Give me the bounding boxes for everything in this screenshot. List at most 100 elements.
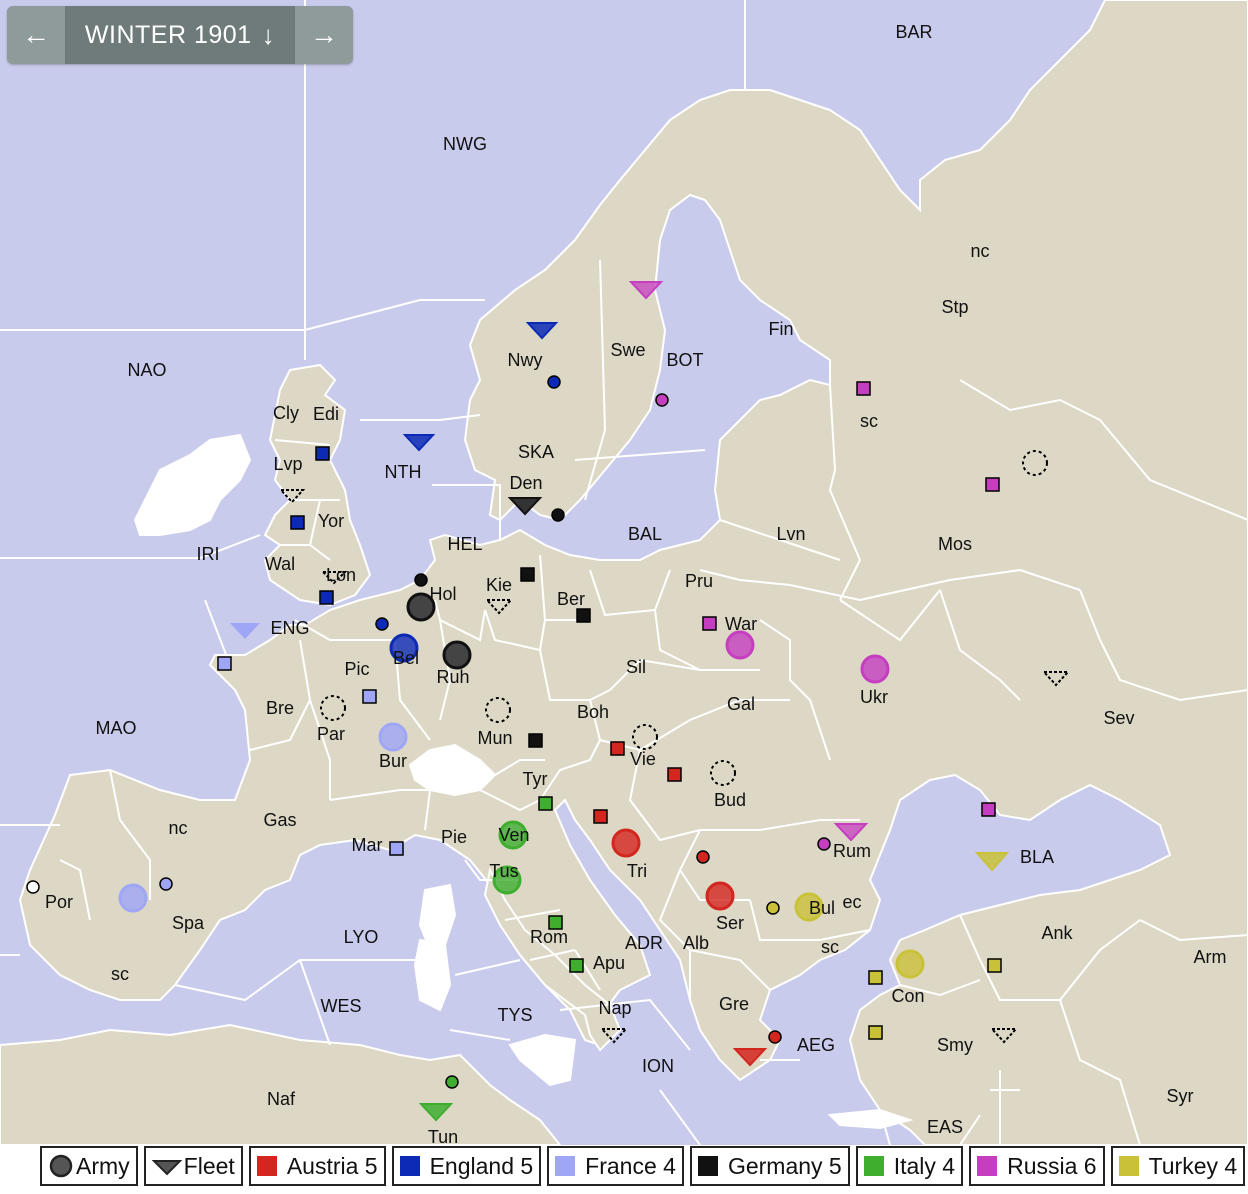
province-label: Tun [428, 1127, 458, 1145]
province-label: Lvn [776, 524, 805, 544]
province-label: BOT [666, 350, 703, 370]
province-label: WES [320, 996, 361, 1016]
legend-item-france: France 4 [547, 1146, 684, 1186]
province-label: AEG [797, 1035, 835, 1055]
province-label: Edi [313, 404, 339, 424]
province-label: Tri [627, 861, 647, 881]
province-label: Mos [938, 534, 972, 554]
army-turkey-con [895, 949, 925, 979]
province-label: NWG [443, 134, 487, 154]
province-label: Fin [768, 319, 793, 339]
phase-select-button[interactable]: WINTER 1901 ↓ [65, 6, 295, 64]
province-label: Con [891, 986, 924, 1006]
province-label: LYO [344, 927, 379, 947]
army-germany-ruh [442, 640, 472, 670]
province-label: IRI [196, 544, 219, 564]
province-label: Bur [379, 751, 407, 771]
next-phase-button[interactable]: → [295, 6, 353, 64]
diplomacy-map: BAR NWG NAO Cly Edi Lvp Yor Wal Lon IRI … [0, 0, 1248, 1145]
army-france-bur [378, 722, 408, 752]
province-label: Gre [719, 994, 749, 1014]
arrow-left-icon: ← [22, 19, 50, 50]
province-label: Tus [489, 861, 518, 881]
province-label: Pic [344, 659, 369, 679]
legend-item-italy: Italy 4 [855, 1146, 964, 1186]
army-icon [49, 1154, 73, 1178]
army-austria-ser [705, 881, 735, 911]
province-label: Sev [1103, 708, 1134, 728]
province-label: Smy [937, 1035, 973, 1055]
province-label: Kie [486, 575, 512, 595]
province-label: sc [860, 411, 878, 431]
legend-label: France 4 [585, 1152, 676, 1179]
phase-navigator: ← WINTER 1901 ↓ → [7, 6, 353, 64]
province-label: Alb [683, 933, 709, 953]
army-austria-tri [611, 828, 641, 858]
province-label: ec [842, 892, 861, 912]
legend-item-fleet: Fleet [143, 1146, 243, 1186]
legend-label: Germany 5 [727, 1152, 842, 1179]
province-label: Ser [716, 913, 744, 933]
province-label: Lon [326, 565, 356, 585]
province-label: BAL [628, 524, 662, 544]
province-label: ADR [625, 933, 663, 953]
province-label: Den [509, 473, 542, 493]
province-label: MAO [95, 718, 136, 738]
province-label: Gal [727, 694, 755, 714]
army-russia-ukr [860, 654, 890, 684]
province-label: Wal [265, 554, 295, 574]
province-label: Stp [941, 297, 968, 317]
army-russia-war [725, 630, 755, 660]
province-label: nc [970, 241, 989, 261]
legend-label: Austria 5 [286, 1152, 378, 1179]
province-label: EAS [927, 1117, 963, 1137]
legend-label: Russia 6 [1007, 1152, 1097, 1179]
province-label: Cly [273, 403, 299, 423]
province-label: Yor [318, 511, 344, 531]
legend-item-germany: Germany 5 [689, 1146, 850, 1186]
legend-label: Turkey 4 [1148, 1152, 1238, 1179]
phase-label: WINTER 1901 [84, 20, 252, 49]
province-label: Bul [809, 898, 835, 918]
legend-label: Italy 4 [893, 1152, 956, 1179]
province-label: Sil [626, 657, 646, 677]
province-label: sc [821, 937, 839, 957]
england-swatch [399, 1156, 420, 1176]
province-label: SKA [518, 442, 554, 462]
province-label: Naf [267, 1089, 296, 1109]
france-swatch [555, 1156, 576, 1176]
legend-item-army: Army [40, 1146, 138, 1186]
province-label: BLA [1020, 847, 1054, 867]
fleet-icon [151, 1160, 182, 1176]
province-label: ION [642, 1056, 674, 1076]
province-label: HEL [447, 534, 482, 554]
legend-item-russia: Russia 6 [969, 1146, 1105, 1186]
arrow-right-icon: → [310, 19, 338, 50]
province-label: NAO [127, 360, 166, 380]
province-label: Syr [1167, 1086, 1194, 1106]
army-france-spa [118, 883, 148, 913]
province-label: Bud [714, 790, 746, 810]
arrow-down-icon: ↓ [261, 19, 276, 50]
province-label: Par [317, 724, 345, 744]
province-label: Arm [1194, 947, 1227, 967]
province-label: Pie [441, 827, 467, 847]
legend-item-austria: Austria 5 [248, 1146, 386, 1186]
province-label: Por [45, 892, 73, 912]
italy-swatch [863, 1156, 884, 1176]
province-label: Ruh [436, 667, 469, 687]
province-label: Vie [630, 749, 656, 769]
province-label: Rum [833, 841, 871, 861]
province-label: War [725, 614, 757, 634]
previous-phase-button[interactable]: ← [7, 6, 65, 64]
province-label: Pru [685, 571, 713, 591]
province-label: Ukr [860, 687, 888, 707]
land-sardinia [413, 938, 452, 1012]
legend-item-england: England 5 [391, 1146, 542, 1186]
russia-swatch [977, 1156, 998, 1176]
province-label: TYS [497, 1005, 532, 1025]
province-label: Ank [1041, 923, 1073, 943]
province-label: Nap [598, 998, 631, 1018]
germany-swatch [697, 1156, 718, 1176]
province-label: Boh [577, 702, 609, 722]
